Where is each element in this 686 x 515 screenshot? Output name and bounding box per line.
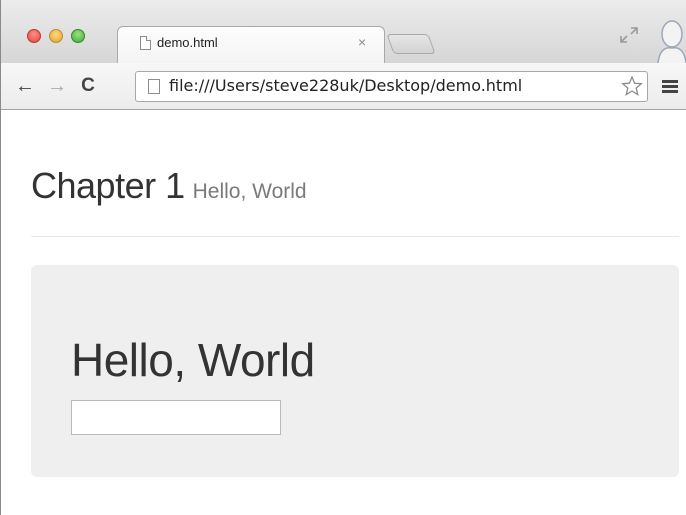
address-url[interactable]: file:///Users/steve228uk/Desktop/demo.ht… — [169, 76, 522, 95]
page-header: Chapter 1 Hello, World — [31, 165, 307, 207]
jumbotron: Hello, World — [31, 265, 679, 477]
minimize-window-icon[interactable] — [49, 29, 63, 43]
tab-strip: demo.html × — [1, 0, 686, 63]
browser-window: demo.html × ← → C file:///Users/steve228… — [0, 0, 686, 515]
back-button[interactable]: ← — [13, 73, 37, 99]
bookmark-star-icon[interactable] — [621, 75, 643, 97]
maximize-window-icon[interactable] — [71, 29, 85, 43]
tab-demo-html[interactable]: demo.html × — [117, 26, 385, 63]
page-title: Chapter 1 — [31, 165, 185, 206]
text-input[interactable] — [71, 400, 281, 435]
tab-close-button[interactable]: × — [358, 34, 366, 50]
document-icon — [148, 79, 160, 94]
profile-icon[interactable] — [652, 18, 686, 63]
menu-icon[interactable] — [662, 80, 678, 94]
new-tab-button[interactable] — [386, 34, 436, 54]
document-icon — [140, 36, 151, 50]
page-subtitle: Hello, World — [192, 180, 307, 203]
forward-button[interactable]: → — [45, 73, 69, 99]
jumbotron-heading: Hello, World — [71, 334, 315, 386]
fullscreen-icon[interactable] — [618, 26, 640, 44]
tab-title: demo.html — [157, 35, 218, 50]
close-window-icon[interactable] — [27, 29, 41, 43]
reload-button[interactable]: C — [76, 73, 100, 99]
page-content: Chapter 1 Hello, World Hello, World — [1, 110, 686, 515]
address-bar[interactable]: file:///Users/steve228uk/Desktop/demo.ht… — [135, 71, 648, 102]
header-divider — [31, 236, 679, 237]
browser-toolbar: ← → C file:///Users/steve228uk/Desktop/d… — [1, 63, 686, 110]
